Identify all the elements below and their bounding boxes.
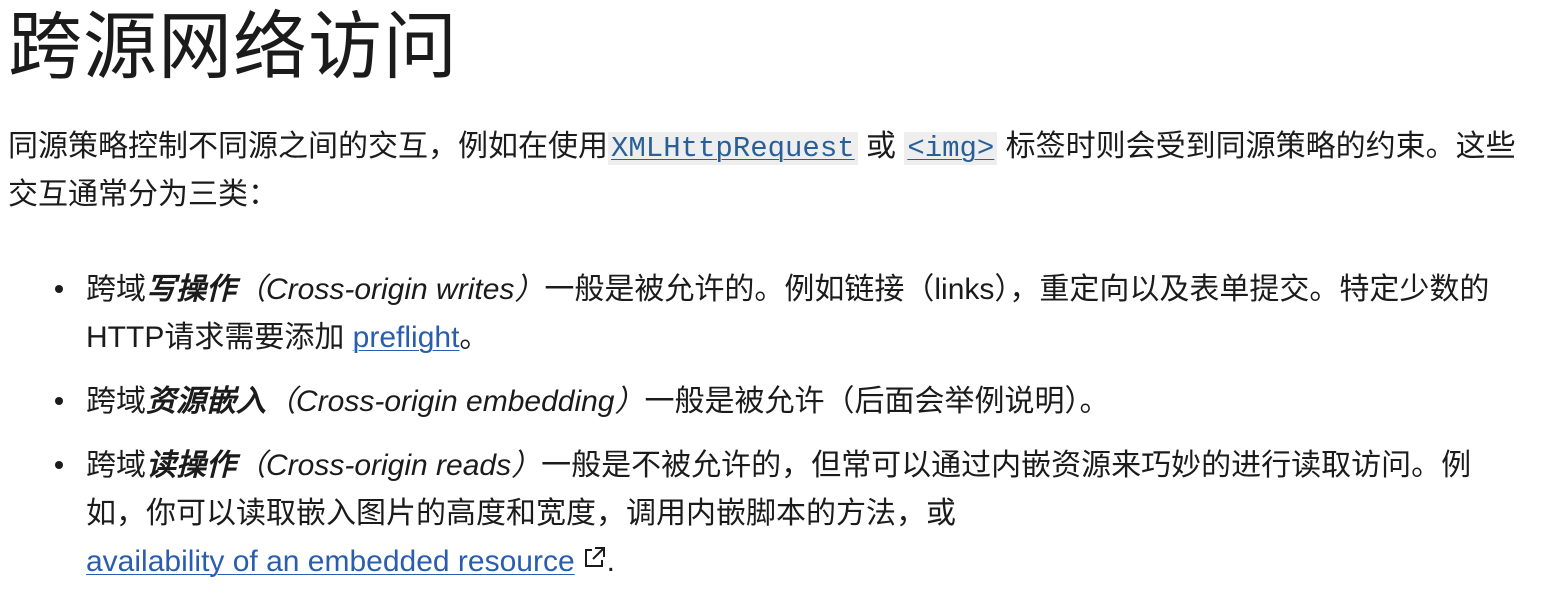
item-bold-term: 写操作 bbox=[146, 273, 236, 306]
intro-text-or: 或 bbox=[857, 130, 905, 163]
item-prefix: 跨域 bbox=[86, 273, 146, 306]
page-title: 跨源网络访问 bbox=[8, 7, 458, 89]
item-bold-term: 资源嵌入 bbox=[146, 385, 266, 418]
bullet-icon bbox=[55, 397, 63, 405]
item-paren-term: （Cross-origin writes） bbox=[236, 273, 545, 306]
xmlhttprequest-link[interactable]: XMLHttpRequest bbox=[611, 132, 855, 165]
item-end: . bbox=[606, 545, 615, 578]
external-link-icon[interactable] bbox=[581, 538, 607, 586]
item-prefix: 跨域 bbox=[86, 449, 146, 482]
bullet-icon bbox=[55, 461, 63, 469]
item-paren-term: （Cross-origin embedding） bbox=[266, 385, 645, 418]
item-description: 一般是被允许（后面会举例说明）。 bbox=[644, 385, 1110, 418]
intro-paragraph: 同源策略控制不同源之间的交互，例如在使用 XMLHttpRequest 或 <im… bbox=[8, 124, 1518, 218]
embedded-resource-link[interactable]: availability of an embedded resource bbox=[86, 545, 575, 578]
interaction-types-list: 跨域写操作（Cross-origin writes）一般是被允许的。例如链接（l… bbox=[0, 266, 1520, 602]
img-tag-code: <img> bbox=[904, 132, 998, 165]
item-paren-term: （Cross-origin reads） bbox=[236, 449, 542, 482]
list-item-embedding: 跨域资源嵌入（Cross-origin embedding）一般是被允许（后面会… bbox=[0, 378, 1520, 426]
list-item-writes: 跨域写操作（Cross-origin writes）一般是被允许的。例如链接（l… bbox=[0, 266, 1520, 362]
item-bold-term: 读操作 bbox=[146, 449, 236, 482]
img-tag-link[interactable]: <img> bbox=[907, 132, 994, 165]
list-item-reads: 跨域读操作（Cross-origin reads）一般是不被允许的，但常可以通过… bbox=[0, 442, 1520, 586]
xmlhttprequest-code: XMLHttpRequest bbox=[608, 132, 858, 165]
item-prefix: 跨域 bbox=[86, 385, 146, 418]
bullet-icon bbox=[55, 285, 63, 293]
article: 跨源网络访问 同源策略控制不同源之间的交互，例如在使用 XMLHttpReques… bbox=[0, 0, 1542, 608]
intro-text-before: 同源策略控制不同源之间的交互，例如在使用 bbox=[8, 130, 608, 163]
item-end: 。 bbox=[459, 321, 490, 354]
preflight-link[interactable]: preflight bbox=[353, 321, 460, 354]
